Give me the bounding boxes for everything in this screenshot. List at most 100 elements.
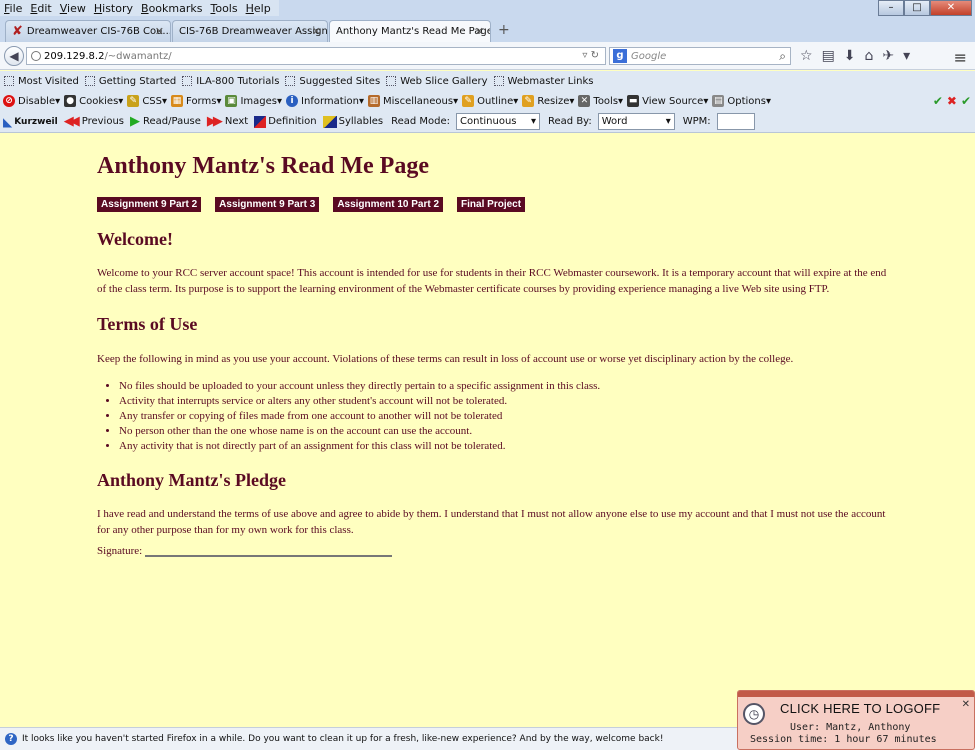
signature-row: Signature: bbox=[97, 545, 887, 557]
dev-label: Images bbox=[240, 95, 278, 107]
dev-label: Cookies bbox=[79, 95, 119, 107]
list-item: No person other than the one whose name … bbox=[119, 424, 887, 439]
error-icon[interactable]: ✖ bbox=[947, 94, 957, 108]
bookmark-ila-800[interactable]: ILA-800 Tutorials bbox=[182, 76, 279, 87]
back-button[interactable]: ◀ bbox=[4, 46, 24, 66]
close-icon[interactable]: ✕ bbox=[962, 699, 970, 710]
menu-help[interactable]: Help bbox=[242, 2, 275, 15]
tools-icon: ✕ bbox=[578, 95, 591, 107]
menu-history[interactable]: History bbox=[90, 2, 137, 15]
miscellaneous-icon: ▥ bbox=[367, 95, 380, 107]
validation-icons: ✔ ✖ ✔ bbox=[933, 94, 971, 108]
dev-information[interactable]: i Information ▾ bbox=[286, 95, 364, 107]
dev-css[interactable]: ✎ CSS ▾ bbox=[127, 95, 167, 107]
forms-icon: ▦ bbox=[171, 95, 184, 107]
maximize-button[interactable]: □ bbox=[904, 0, 930, 16]
assignment-9-part-3-link[interactable]: Assignment 9 Part 3 bbox=[215, 197, 320, 212]
resize-icon: ✎ bbox=[522, 95, 535, 107]
dev-forms[interactable]: ▦ Forms ▾ bbox=[171, 95, 221, 107]
dropdown-icon[interactable]: ▾ bbox=[903, 48, 910, 64]
new-tab-icon[interactable]: + bbox=[498, 22, 510, 38]
bookmark-suggested-sites[interactable]: Suggested Sites bbox=[285, 76, 380, 87]
addon-icon[interactable]: ✈ bbox=[882, 48, 894, 64]
welcome-heading: Welcome! bbox=[97, 229, 173, 249]
tab-dreamweaver-assignments[interactable]: CIS-76B Dreamweaver Assignm... ✕ bbox=[172, 20, 328, 42]
web-developer-toolbar: ⊘ Disable ▾ ● Cookies ▾ ✎ CSS ▾ ▦ Forms ▾ ▣ Image… bbox=[0, 91, 975, 111]
menu-view[interactable]: View bbox=[56, 2, 90, 15]
dev-view-source[interactable]: ▬ View Source ▾ bbox=[627, 95, 708, 107]
bookmark-most-visited[interactable]: Most Visited bbox=[4, 76, 79, 87]
google-icon: g bbox=[613, 49, 627, 63]
close-tab-icon[interactable]: ✕ bbox=[155, 25, 164, 38]
read-mode-label: Read Mode: bbox=[391, 116, 451, 127]
dev-label: Forms bbox=[186, 95, 217, 107]
read-by-select[interactable]: Word bbox=[597, 113, 675, 130]
search-input[interactable]: g Google ⌕ bbox=[609, 47, 791, 65]
read-by-label: Read By: bbox=[548, 116, 592, 127]
reading-list-icon[interactable]: ▤ bbox=[822, 48, 835, 64]
dev-cookies[interactable]: ● Cookies ▾ bbox=[64, 95, 123, 107]
dev-options[interactable]: ▤ Options ▾ bbox=[712, 95, 771, 107]
dev-label: Resize bbox=[537, 95, 570, 107]
read-mode-select[interactable]: Continuous bbox=[456, 113, 541, 130]
check-icon[interactable]: ✔ bbox=[961, 94, 971, 108]
logoff-popup[interactable]: ◷ CLICK HERE TO LOGOFF ✕ User: Mantz, An… bbox=[737, 690, 975, 750]
images-icon: ▣ bbox=[225, 95, 238, 107]
signature-line bbox=[145, 549, 393, 557]
assignment-9-part-2-link[interactable]: Assignment 9 Part 2 bbox=[97, 197, 202, 212]
logoff-button[interactable]: CLICK HERE TO LOGOFF bbox=[780, 701, 940, 716]
read-pause-label: Read/Pause bbox=[143, 116, 201, 127]
close-tab-icon[interactable]: ✕ bbox=[475, 25, 484, 38]
close-tab-icon[interactable]: ✕ bbox=[312, 25, 321, 38]
home-icon[interactable]: ⌂ bbox=[865, 48, 874, 64]
tab-dreamweaver-course[interactable]: ✘ Dreamweaver CIS-76B Cou... ✕ bbox=[5, 20, 171, 42]
definition-icon bbox=[254, 115, 267, 128]
disable-icon: ⊘ bbox=[3, 95, 15, 107]
bookmark-webmaster-links[interactable]: Webmaster Links bbox=[493, 76, 593, 87]
next-button[interactable]: ▶▶ Next bbox=[207, 114, 248, 129]
menu-bookmarks[interactable]: Bookmarks bbox=[137, 2, 206, 15]
close-window-button[interactable]: ✕ bbox=[930, 0, 972, 16]
question-icon: ? bbox=[5, 733, 17, 745]
menu-bar: File Edit View History Bookmarks Tools H… bbox=[0, 0, 975, 16]
bookmark-getting-started[interactable]: Getting Started bbox=[84, 76, 176, 87]
css-icon: ✎ bbox=[127, 95, 140, 107]
status-message[interactable]: It looks like you haven't started Firefo… bbox=[22, 734, 663, 744]
final-project-link[interactable]: Final Project bbox=[457, 197, 526, 212]
bookmark-web-slice[interactable]: Web Slice Gallery bbox=[386, 76, 488, 87]
assignment-10-part-2-link[interactable]: Assignment 10 Part 2 bbox=[333, 197, 444, 212]
reload-icon[interactable]: ▿ ↻ bbox=[582, 50, 599, 61]
search-icon[interactable]: ⌕ bbox=[779, 49, 786, 64]
list-item: Any transfer or copying of files made fr… bbox=[119, 409, 887, 424]
bookmark-star-icon[interactable]: ☆ bbox=[800, 48, 813, 64]
information-icon: i bbox=[286, 95, 299, 107]
dev-tools[interactable]: ✕ Tools ▾ bbox=[578, 95, 623, 107]
dev-disable[interactable]: ⊘ Disable ▾ bbox=[3, 95, 60, 107]
menu-file[interactable]: File bbox=[0, 2, 26, 15]
bookmark-label: Most Visited bbox=[18, 75, 79, 87]
minimize-button[interactable]: – bbox=[878, 0, 904, 16]
syllables-button[interactable]: Syllables bbox=[322, 115, 384, 128]
wpm-input[interactable] bbox=[716, 113, 755, 130]
dev-images[interactable]: ▣ Images ▾ bbox=[225, 95, 282, 107]
page-icon bbox=[84, 76, 95, 86]
kurzweil-icon: ◣ bbox=[3, 114, 13, 129]
list-item: Activity that interrupts service or alte… bbox=[119, 394, 887, 409]
drag-handle[interactable] bbox=[738, 691, 974, 697]
definition-button[interactable]: Definition bbox=[254, 115, 317, 128]
dev-outline[interactable]: ✎ Outline ▾ bbox=[462, 95, 518, 107]
menu-edit[interactable]: Edit bbox=[26, 2, 55, 15]
previous-button[interactable]: ◀◀ Previous bbox=[64, 114, 124, 129]
dev-resize[interactable]: ✎ Resize ▾ bbox=[522, 95, 574, 107]
dev-label: Tools bbox=[593, 95, 619, 107]
menu-tools[interactable]: Tools bbox=[206, 2, 241, 15]
hamburger-menu-icon[interactable]: ≡ bbox=[954, 48, 967, 67]
url-bar[interactable]: 209.129.8.2/~dwamantz/ ▿ ↻ bbox=[26, 47, 606, 65]
download-icon[interactable]: ⬇ bbox=[844, 48, 856, 64]
tab-read-me-page[interactable]: Anthony Mantz's Read Me Page ✕ bbox=[329, 20, 491, 42]
dev-miscellaneous[interactable]: ▥ Miscellaneous ▾ bbox=[367, 95, 458, 107]
read-pause-button[interactable]: ▶ Read/Pause bbox=[130, 114, 201, 129]
check-icon[interactable]: ✔ bbox=[933, 94, 943, 108]
dev-label: Miscellaneous bbox=[382, 95, 454, 107]
syllables-label: Syllables bbox=[338, 116, 384, 127]
